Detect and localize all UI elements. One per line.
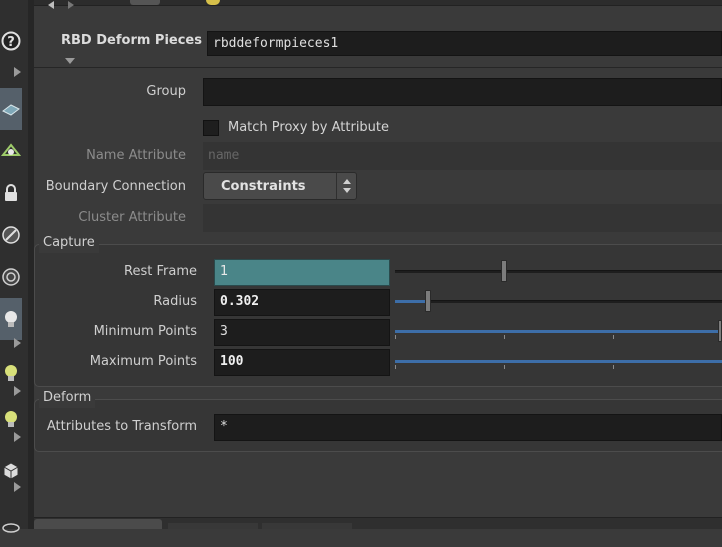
expand-arrow-icon[interactable] bbox=[14, 432, 21, 442]
rest-frame-slider-track[interactable] bbox=[395, 270, 722, 273]
camera-icon[interactable] bbox=[0, 256, 22, 298]
updown-arrow-icon bbox=[343, 179, 351, 193]
match-proxy-checkbox[interactable] bbox=[203, 120, 219, 136]
history-nav[interactable] bbox=[44, 0, 84, 10]
lock-icon[interactable] bbox=[0, 172, 22, 214]
help-icon[interactable]: ? bbox=[0, 20, 22, 62]
radius-slider-track[interactable] bbox=[395, 300, 722, 303]
attributes-to-transform-field[interactable]: * bbox=[214, 414, 722, 441]
boundary-connection-label: Boundary Connection bbox=[45, 179, 186, 194]
radius-field[interactable]: 0.302 bbox=[214, 289, 390, 316]
bottom-tab[interactable] bbox=[168, 523, 258, 529]
bottom-tab[interactable] bbox=[34, 519, 162, 529]
radius-slider-handle[interactable] bbox=[425, 290, 431, 312]
display-icon[interactable] bbox=[0, 130, 22, 172]
match-proxy-label: Match Proxy by Attribute bbox=[228, 120, 390, 135]
expand-arrow-icon[interactable] bbox=[14, 386, 21, 396]
minimum-points-slider-handle[interactable] bbox=[718, 320, 722, 342]
header-divider bbox=[34, 67, 722, 68]
collapse-arrow-icon[interactable] bbox=[65, 58, 75, 64]
bottom-tab[interactable] bbox=[262, 523, 352, 529]
radius-slider-fill bbox=[395, 300, 428, 303]
name-attribute-field[interactable]: name bbox=[203, 142, 722, 170]
expand-arrow-icon[interactable] bbox=[14, 67, 21, 77]
boundary-connection-value: Constraints bbox=[221, 179, 306, 194]
group-field[interactable] bbox=[203, 78, 722, 106]
minimum-points-label: Minimum Points bbox=[93, 324, 197, 339]
boundary-connection-dropdown[interactable]: Constraints bbox=[203, 172, 357, 200]
maximum-points-field[interactable]: 100 bbox=[214, 349, 390, 376]
visibility-icon[interactable] bbox=[0, 214, 22, 256]
cluster-attribute-label: Cluster Attribute bbox=[78, 210, 186, 225]
capture-title: Capture bbox=[39, 235, 99, 253]
rest-frame-label: Rest Frame bbox=[124, 264, 197, 279]
cluster-attribute-field[interactable] bbox=[203, 204, 722, 232]
minimum-points-slider[interactable] bbox=[395, 330, 722, 333]
maximum-points-label: Maximum Points bbox=[89, 354, 197, 369]
node-type-label: RBD Deform Pieces bbox=[61, 33, 202, 48]
svg-text:?: ? bbox=[7, 35, 15, 50]
pane-tab-icon[interactable] bbox=[130, 0, 160, 5]
name-attribute-label: Name Attribute bbox=[86, 148, 186, 163]
rest-frame-field[interactable]: 1 bbox=[214, 259, 390, 286]
light-icon[interactable] bbox=[0, 298, 22, 340]
deform-title: Deform bbox=[39, 390, 96, 408]
geometry-icon[interactable] bbox=[0, 88, 22, 130]
network-icon[interactable] bbox=[0, 505, 22, 547]
attributes-to-transform-label: Attributes to Transform bbox=[46, 419, 197, 434]
expand-arrow-icon[interactable] bbox=[14, 338, 21, 348]
minimum-points-field[interactable]: 3 bbox=[214, 319, 390, 346]
group-label: Group bbox=[146, 84, 186, 99]
radius-label: Radius bbox=[153, 294, 197, 309]
node-name-field[interactable]: rbddeformpieces1 bbox=[207, 31, 722, 56]
maximum-points-slider[interactable] bbox=[395, 360, 722, 363]
rest-frame-slider-handle[interactable] bbox=[501, 260, 507, 282]
expand-arrow-icon[interactable] bbox=[14, 482, 21, 492]
